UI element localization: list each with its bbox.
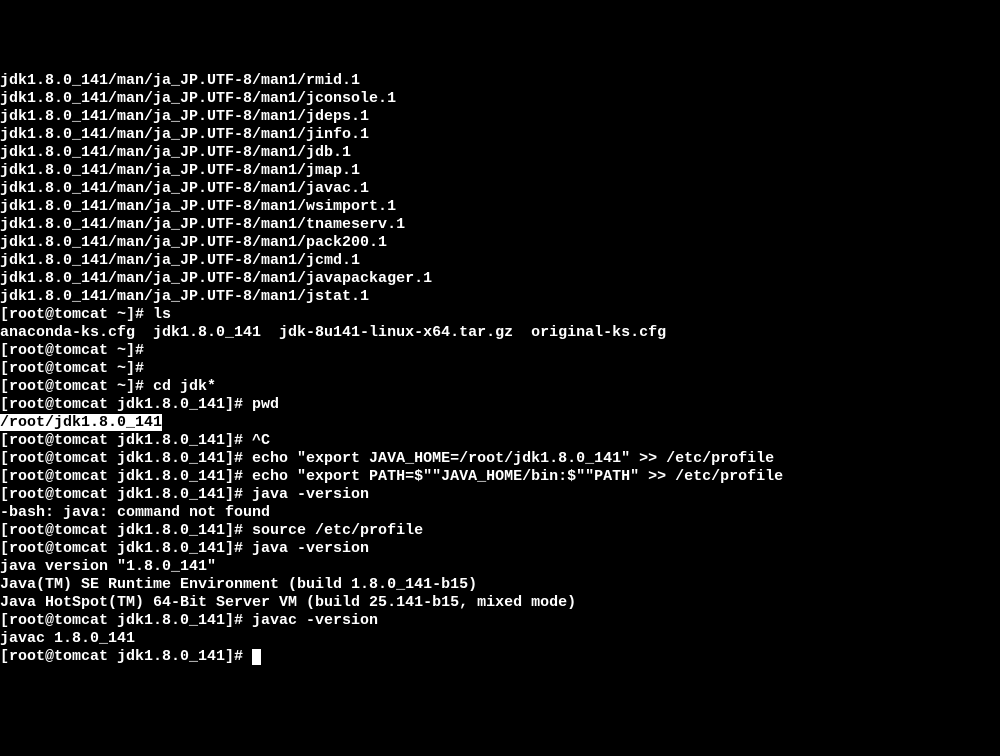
terminal-line: [root@tomcat jdk1.8.0_141]# ^C [0,432,1000,450]
terminal-line: [root@tomcat jdk1.8.0_141]# java -versio… [0,540,1000,558]
terminal-line: [root@tomcat ~]# cd jdk* [0,378,1000,396]
terminal-line: jdk1.8.0_141/man/ja_JP.UTF-8/man1/javapa… [0,270,1000,288]
terminal-line: jdk1.8.0_141/man/ja_JP.UTF-8/man1/jcmd.1 [0,252,1000,270]
terminal-line: jdk1.8.0_141/man/ja_JP.UTF-8/man1/wsimpo… [0,198,1000,216]
terminal-line: jdk1.8.0_141/man/ja_JP.UTF-8/man1/pack20… [0,234,1000,252]
terminal-line: jdk1.8.0_141/man/ja_JP.UTF-8/man1/jconso… [0,90,1000,108]
terminal-line: jdk1.8.0_141/man/ja_JP.UTF-8/man1/jdeps.… [0,108,1000,126]
terminal-line: [root@tomcat jdk1.8.0_141]# source /etc/… [0,522,1000,540]
terminal-line: [root@tomcat ~]# [0,360,1000,378]
terminal-prompt: [root@tomcat jdk1.8.0_141]# [0,648,252,665]
terminal-line: [root@tomcat ~]# [0,342,1000,360]
terminal-line: [root@tomcat jdk1.8.0_141]# echo "export… [0,450,1000,468]
terminal-line: java version "1.8.0_141" [0,558,1000,576]
terminal-line: jdk1.8.0_141/man/ja_JP.UTF-8/man1/jinfo.… [0,126,1000,144]
terminal-line: -bash: java: command not found [0,504,1000,522]
terminal-line: jdk1.8.0_141/man/ja_JP.UTF-8/man1/jmap.1 [0,162,1000,180]
terminal-line: [root@tomcat jdk1.8.0_141]# java -versio… [0,486,1000,504]
terminal-line: [root@tomcat ~]# ls [0,306,1000,324]
terminal-line: [root@tomcat jdk1.8.0_141]# echo "export… [0,468,1000,486]
terminal-line: anaconda-ks.cfg jdk1.8.0_141 jdk-8u141-l… [0,324,1000,342]
cursor-icon [252,649,261,665]
terminal-output[interactable]: jdk1.8.0_141/man/ja_JP.UTF-8/man1/rmid.1… [0,72,1000,666]
terminal-line: javac 1.8.0_141 [0,630,1000,648]
terminal-line: jdk1.8.0_141/man/ja_JP.UTF-8/man1/jdb.1 [0,144,1000,162]
terminal-line: [root@tomcat jdk1.8.0_141]# pwd [0,396,1000,414]
terminal-line: jdk1.8.0_141/man/ja_JP.UTF-8/man1/javac.… [0,180,1000,198]
terminal-line: Java(TM) SE Runtime Environment (build 1… [0,576,1000,594]
terminal-line: jdk1.8.0_141/man/ja_JP.UTF-8/man1/jstat.… [0,288,1000,306]
terminal-line: Java HotSpot(TM) 64-Bit Server VM (build… [0,594,1000,612]
terminal-line: /root/jdk1.8.0_141 [0,414,1000,432]
terminal-line: jdk1.8.0_141/man/ja_JP.UTF-8/man1/tnames… [0,216,1000,234]
terminal-line: [root@tomcat jdk1.8.0_141]# javac -versi… [0,612,1000,630]
terminal-line: jdk1.8.0_141/man/ja_JP.UTF-8/man1/rmid.1 [0,72,1000,90]
terminal-prompt-line[interactable]: [root@tomcat jdk1.8.0_141]# [0,648,1000,666]
